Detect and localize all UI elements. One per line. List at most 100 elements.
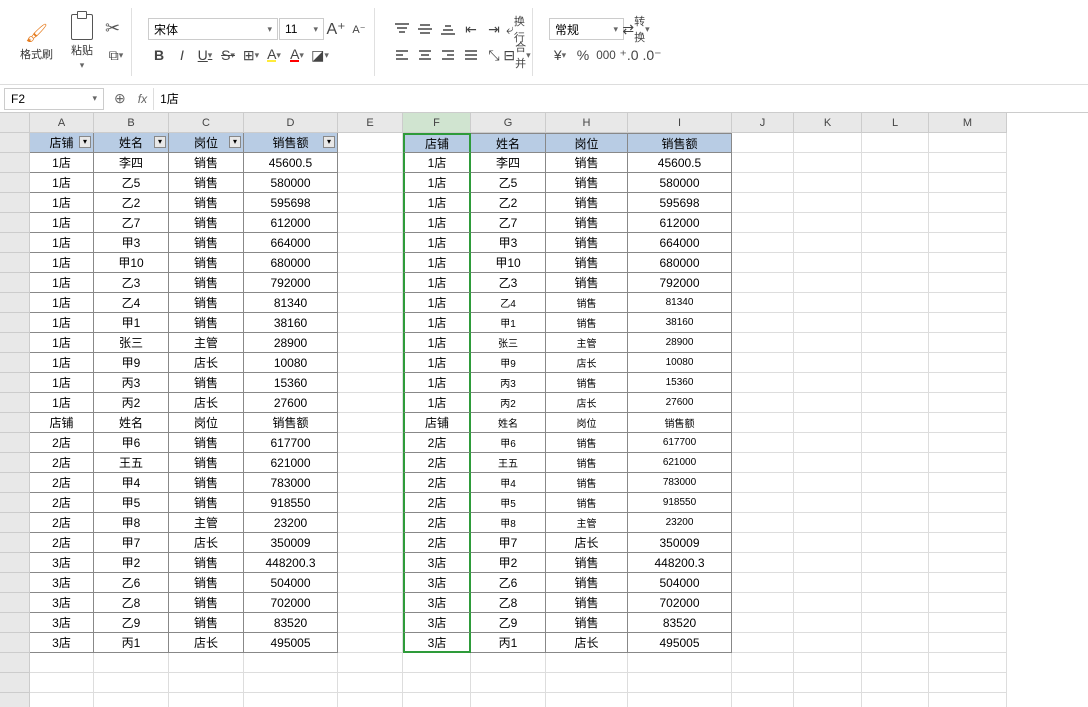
cell[interactable]: 2店 — [403, 533, 471, 553]
cell[interactable] — [862, 613, 929, 633]
cell[interactable]: 1店 — [403, 313, 471, 333]
cell[interactable]: 乙6 — [94, 573, 169, 593]
column-header-B[interactable]: B — [94, 113, 169, 133]
row-header[interactable] — [0, 353, 30, 373]
cell[interactable] — [338, 553, 403, 573]
row-header[interactable] — [0, 313, 30, 333]
cell[interactable]: 1店 — [403, 373, 471, 393]
cell[interactable] — [794, 473, 862, 493]
cell[interactable]: 销售额▾ — [244, 133, 338, 153]
cell[interactable] — [732, 573, 794, 593]
cell[interactable]: 销售 — [169, 493, 244, 513]
cell[interactable] — [338, 593, 403, 613]
cell[interactable]: 乙9 — [94, 613, 169, 633]
cell[interactable] — [862, 593, 929, 613]
cell[interactable]: 销售 — [546, 553, 628, 573]
cell[interactable]: 2店 — [30, 493, 94, 513]
cell[interactable] — [929, 353, 1007, 373]
cell[interactable]: 岗位 — [546, 133, 628, 153]
cell[interactable]: 甲9 — [94, 353, 169, 373]
cell[interactable] — [929, 573, 1007, 593]
font-size-select[interactable]: 11▾ — [279, 18, 324, 40]
cell[interactable]: 岗位▾ — [169, 133, 244, 153]
cell[interactable] — [338, 373, 403, 393]
cell[interactable]: 1店 — [403, 353, 471, 373]
cell[interactable]: 店长 — [169, 393, 244, 413]
cell[interactable] — [929, 413, 1007, 433]
cell[interactable]: 甲6 — [471, 433, 546, 453]
cell[interactable] — [794, 453, 862, 473]
cell[interactable] — [244, 693, 338, 707]
row-header[interactable] — [0, 633, 30, 653]
cell[interactable]: 504000 — [628, 573, 732, 593]
cell[interactable] — [794, 653, 862, 673]
cell[interactable]: 丙2 — [471, 393, 546, 413]
cell[interactable] — [862, 413, 929, 433]
cell[interactable]: 主管 — [169, 333, 244, 353]
cell[interactable] — [862, 573, 929, 593]
cell[interactable]: 乙2 — [94, 193, 169, 213]
cell[interactable] — [732, 273, 794, 293]
cell[interactable]: 1店 — [403, 333, 471, 353]
decrease-font-button[interactable]: A⁻ — [348, 18, 370, 40]
cell[interactable] — [929, 693, 1007, 707]
cell[interactable]: 店长 — [546, 633, 628, 653]
cell[interactable]: 1店 — [30, 273, 94, 293]
cell[interactable] — [929, 453, 1007, 473]
comma-style-button[interactable]: 000 — [595, 44, 617, 66]
cell[interactable]: 销售 — [169, 473, 244, 493]
cell[interactable] — [929, 433, 1007, 453]
cell[interactable]: 1店 — [403, 193, 471, 213]
cell[interactable]: 销售 — [169, 373, 244, 393]
indent-decrease-button[interactable]: ⇤ — [460, 18, 482, 40]
bold-button[interactable]: B — [148, 44, 170, 66]
cell[interactable]: 销售 — [169, 173, 244, 193]
cell[interactable]: 丙3 — [94, 373, 169, 393]
cell[interactable]: 销售 — [546, 173, 628, 193]
cell[interactable]: 664000 — [628, 233, 732, 253]
row-header[interactable] — [0, 233, 30, 253]
cell[interactable] — [338, 253, 403, 273]
column-header-J[interactable]: J — [732, 113, 794, 133]
underline-button[interactable]: U▾ — [194, 44, 216, 66]
cell[interactable] — [732, 433, 794, 453]
cell[interactable] — [929, 533, 1007, 553]
cell[interactable]: 乙4 — [94, 293, 169, 313]
cell[interactable]: 621000 — [244, 453, 338, 473]
cut-button[interactable]: ✂ — [105, 18, 127, 39]
cell[interactable]: 23200 — [244, 513, 338, 533]
cell[interactable] — [30, 693, 94, 707]
cell[interactable]: 495005 — [244, 633, 338, 653]
cell[interactable] — [169, 673, 244, 693]
cell[interactable] — [546, 693, 628, 707]
cell[interactable]: 3店 — [403, 573, 471, 593]
cell[interactable]: 783000 — [628, 473, 732, 493]
cell[interactable] — [338, 213, 403, 233]
currency-button[interactable]: ¥▾ — [549, 44, 571, 66]
cell[interactable]: 甲1 — [471, 313, 546, 333]
cell[interactable]: 岗位 — [546, 413, 628, 433]
cell[interactable] — [794, 273, 862, 293]
cell[interactable]: 店铺 — [403, 133, 471, 153]
cell[interactable] — [732, 593, 794, 613]
cell[interactable] — [471, 653, 546, 673]
cell[interactable]: 1店 — [30, 173, 94, 193]
cell[interactable] — [794, 173, 862, 193]
cell[interactable] — [732, 553, 794, 573]
cell[interactable]: 2店 — [403, 513, 471, 533]
cell[interactable] — [338, 193, 403, 213]
cell[interactable]: 店铺 — [30, 413, 94, 433]
column-header-E[interactable]: E — [338, 113, 403, 133]
cell[interactable]: 3店 — [403, 613, 471, 633]
align-justify-button[interactable] — [460, 44, 482, 66]
cell[interactable]: 580000 — [628, 173, 732, 193]
cell[interactable] — [338, 493, 403, 513]
cell[interactable]: 1店 — [403, 233, 471, 253]
cell[interactable]: 销售 — [546, 253, 628, 273]
cell[interactable] — [794, 513, 862, 533]
cell[interactable] — [732, 253, 794, 273]
cell[interactable]: 销售 — [546, 433, 628, 453]
cell[interactable] — [338, 693, 403, 707]
row-header[interactable] — [0, 393, 30, 413]
cell[interactable]: 销售 — [169, 613, 244, 633]
